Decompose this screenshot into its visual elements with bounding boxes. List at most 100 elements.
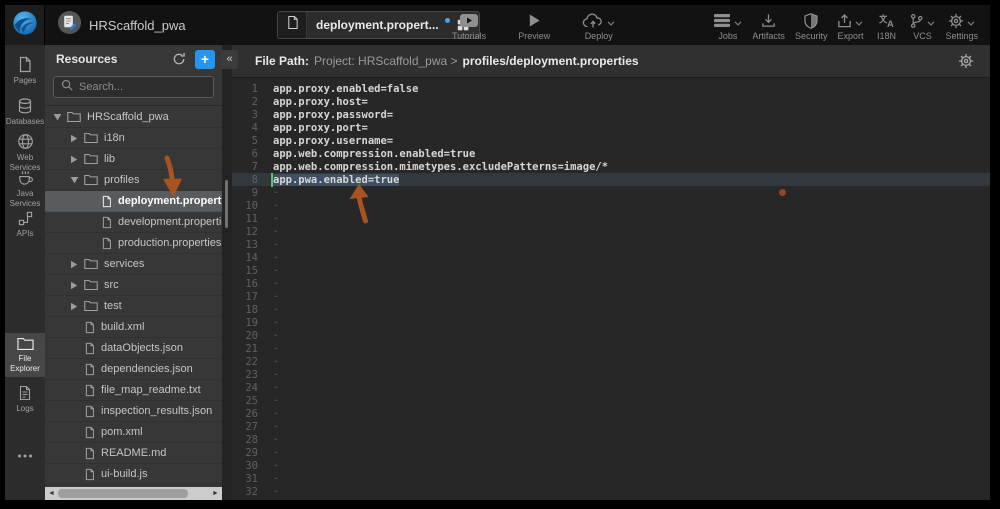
tree-item-test[interactable]: test (45, 296, 222, 317)
tree-item-pom-xml[interactable]: pom.xml (45, 422, 222, 443)
empty-line-marker: - (273, 357, 278, 367)
preview-button[interactable]: Preview (518, 12, 550, 41)
line-number: 26 (232, 408, 258, 420)
sidebar-item-java-services[interactable]: Java Services (5, 166, 45, 212)
tree-item-hrscaffold-pwa[interactable]: HRScaffold_pwa (45, 107, 222, 128)
code-line-5[interactable]: 5app.proxy.username= (232, 134, 990, 147)
resource-search[interactable] (53, 76, 214, 98)
code-line-13[interactable]: 13- (232, 238, 990, 251)
collapse-panel-button[interactable]: « (221, 50, 238, 69)
search-input[interactable] (79, 81, 206, 93)
code-line-20[interactable]: 20- (232, 329, 990, 342)
code-line-6[interactable]: 6app.web.compression.enabled=true (232, 147, 990, 160)
caret-down-icon[interactable] (70, 176, 84, 184)
export-button[interactable]: Export (837, 12, 863, 41)
code-line-9[interactable]: 9- (232, 186, 990, 199)
code-line-11[interactable]: 11- (232, 212, 990, 225)
file-icon (84, 363, 95, 376)
tree-item-src[interactable]: src (45, 275, 222, 296)
code-line-2[interactable]: 2app.proxy.host= (232, 95, 990, 108)
code-area[interactable]: 1app.proxy.enabled=false2app.proxy.host=… (232, 78, 990, 500)
caret-right-icon[interactable] (70, 302, 84, 311)
caret-down-icon[interactable] (53, 113, 67, 121)
code-line-4[interactable]: 4app.proxy.port= (232, 121, 990, 134)
code-line-27[interactable]: 27- (232, 420, 990, 433)
tree-item-dataobjects-json[interactable]: dataObjects.json (45, 338, 222, 359)
code-line-8[interactable]: 8app.pwa.enabled=true (232, 173, 990, 186)
sidebar-item-apis[interactable]: APIs (5, 207, 45, 243)
caret-right-icon[interactable] (70, 281, 84, 290)
sidebar-item-more[interactable] (5, 450, 45, 462)
tree-item-profiles[interactable]: profiles (45, 170, 222, 191)
code-line-29[interactable]: 29- (232, 446, 990, 459)
code-line-18[interactable]: 18- (232, 303, 990, 316)
code-line-7[interactable]: 7app.web.compression.mimetypes.excludePa… (232, 160, 990, 173)
empty-line-marker: - (273, 214, 278, 224)
empty-line-marker: - (273, 435, 278, 445)
app-logo[interactable] (5, 5, 45, 45)
code-line-10[interactable]: 10- (232, 199, 990, 212)
tree-item-i18n[interactable]: i18n (45, 128, 222, 149)
refresh-icon[interactable] (172, 52, 186, 66)
i18n-button[interactable]: AI18N (873, 12, 899, 41)
code-line-25[interactable]: 25- (232, 394, 990, 407)
project-switcher[interactable]: HRScaffold_pwa (57, 5, 186, 45)
deploy-button[interactable]: Deploy (582, 12, 615, 41)
code-line-15[interactable]: 15- (232, 264, 990, 277)
code-line-3[interactable]: 3app.proxy.password= (232, 108, 990, 121)
editor-settings-gear-icon[interactable] (958, 53, 974, 69)
code-line-30[interactable]: 30- (232, 459, 990, 472)
code-line-26[interactable]: 26- (232, 407, 990, 420)
security-button[interactable]: Security (795, 12, 828, 41)
tree-item-deployment-properties[interactable]: deployment.properties (45, 191, 222, 212)
tree-item-ui-build-js[interactable]: ui-build.js (45, 464, 222, 485)
screenshot-frame: { "topbar": { "project_name": "HRScaffol… (0, 0, 1000, 509)
code-line-32[interactable]: 32- (232, 485, 990, 498)
horizontal-scrollbar-thumb[interactable] (58, 489, 188, 498)
vcs-button[interactable]: VCS (909, 12, 935, 41)
code-line-12[interactable]: 12- (232, 225, 990, 238)
code-line-22[interactable]: 22- (232, 355, 990, 368)
tree-item-build-xml[interactable]: build.xml (45, 317, 222, 338)
tree-horizontal-scrollbar[interactable]: ◄ ► (45, 487, 222, 500)
jobs-button[interactable]: Jobs (713, 12, 742, 41)
sidebar-item-logs[interactable]: Logs (5, 381, 45, 418)
tree-item-production-properties[interactable]: production.properties (45, 233, 222, 254)
scroll-left-arrow-icon[interactable]: ◄ (45, 487, 58, 500)
settings-button[interactable]: Settings (945, 12, 978, 41)
scroll-right-arrow-icon[interactable]: ► (209, 487, 222, 500)
code-line-19[interactable]: 19- (232, 316, 990, 329)
tree-item-inspection-results-json[interactable]: inspection_results.json (45, 401, 222, 422)
code-line-16[interactable]: 16- (232, 277, 990, 290)
tree-vertical-scrollbar-thumb[interactable] (225, 180, 228, 228)
caret-right-icon[interactable] (70, 155, 84, 164)
tree-item-dependencies-json[interactable]: dependencies.json (45, 359, 222, 380)
artifacts-button[interactable]: Artifacts (752, 12, 785, 41)
tree-item-lib[interactable]: lib (45, 149, 222, 170)
code-line-17[interactable]: 17- (232, 290, 990, 303)
sidebar-item-file-explorer[interactable]: File Explorer (5, 333, 45, 377)
caret-right-icon[interactable] (70, 260, 84, 269)
tutorials-button[interactable]: Tutorials (452, 12, 486, 41)
code-line-33[interactable]: 33- (232, 498, 990, 500)
add-resource-button[interactable]: + (195, 50, 215, 69)
file-tab-type-icon[interactable] (278, 12, 307, 38)
code-line-23[interactable]: 23- (232, 368, 990, 381)
code-line-31[interactable]: 31- (232, 472, 990, 485)
code-line-24[interactable]: 24- (232, 381, 990, 394)
tree-item-development-properties[interactable]: development.properties (45, 212, 222, 233)
svg-text:A: A (887, 19, 894, 29)
tree-item-label: services (104, 258, 144, 270)
code-line-21[interactable]: 21- (232, 342, 990, 355)
jobs-label: Jobs (718, 31, 737, 41)
sidebar-item-databases[interactable]: Databases (5, 94, 45, 131)
code-line-28[interactable]: 28- (232, 433, 990, 446)
tree-item-services[interactable]: services (45, 254, 222, 275)
code-line-1[interactable]: 1app.proxy.enabled=false (232, 82, 990, 95)
code-line-14[interactable]: 14- (232, 251, 990, 264)
tree-item-file-map-readme-txt[interactable]: file_map_readme.txt (45, 380, 222, 401)
sidebar-item-pages[interactable]: Pages (5, 52, 45, 90)
caret-right-icon[interactable] (70, 134, 84, 143)
code-editor: File Path: Project: HRScaffold_pwa > pro… (232, 45, 990, 500)
tree-item-readme-md[interactable]: README.md (45, 443, 222, 464)
